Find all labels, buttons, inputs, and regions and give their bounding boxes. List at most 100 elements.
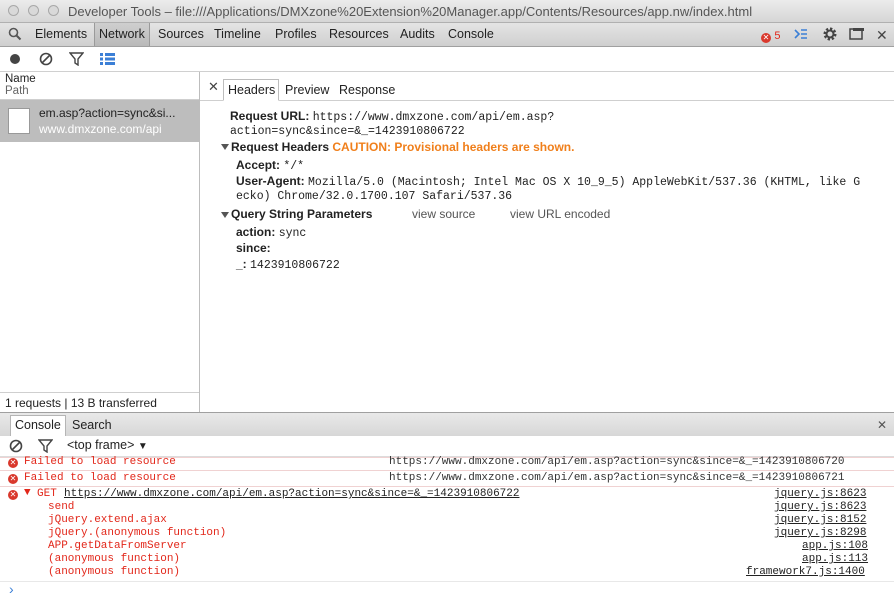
stack-frame-src[interactable]: jquery.js:8152 bbox=[774, 514, 866, 526]
filter-icon[interactable] bbox=[68, 52, 85, 69]
tab-headers[interactable]: Headers bbox=[228, 83, 275, 97]
console-filter-icon[interactable] bbox=[37, 439, 54, 456]
param-value: sync bbox=[278, 227, 307, 240]
tab-elements[interactable]: Elements bbox=[35, 27, 87, 41]
tab-console[interactable]: Console bbox=[448, 27, 494, 41]
request-headers-row[interactable]: Request Headers CAUTION: Provisional hea… bbox=[231, 140, 574, 154]
message-separator bbox=[0, 581, 894, 582]
window-title: Developer Tools – file:///Applications/D… bbox=[68, 4, 753, 19]
error-icon: ✕ bbox=[8, 458, 18, 468]
tab-audits[interactable]: Audits bbox=[400, 27, 435, 41]
clear-icon[interactable] bbox=[39, 52, 53, 69]
accept-key: Accept: bbox=[236, 158, 281, 172]
error-icon: ✕ bbox=[8, 474, 18, 484]
clear-console-icon[interactable] bbox=[9, 439, 23, 456]
document-icon bbox=[8, 108, 30, 134]
request-url-value-cont: action=sync&since=&_=1423910806722 bbox=[230, 125, 465, 138]
console-error-url[interactable]: https://www.dmxzone.com/api/em.asp?actio… bbox=[389, 456, 844, 468]
minimize-window-button[interactable] bbox=[28, 5, 39, 16]
param-row: since: bbox=[236, 241, 271, 256]
tab-timeline[interactable]: Timeline bbox=[214, 27, 261, 41]
stack-frame-fn: jQuery.(anonymous function) bbox=[48, 527, 227, 539]
param-row: _: 1423910806722 bbox=[236, 257, 340, 272]
stack-frame-src[interactable]: app.js:108 bbox=[802, 540, 868, 552]
stack-frame-src[interactable]: app.js:113 bbox=[802, 553, 868, 565]
tab-preview[interactable]: Preview bbox=[285, 83, 329, 97]
error-count: 5 bbox=[774, 30, 781, 42]
param-key: _: bbox=[236, 257, 247, 271]
console-error-text: Failed to load resource bbox=[24, 472, 176, 484]
close-drawer-icon[interactable]: ✕ bbox=[877, 418, 887, 432]
stack-frame-fn: send bbox=[48, 501, 75, 513]
transfer-summary: 1 requests | 13 B transferred bbox=[5, 396, 157, 410]
console-messages: ✕ Failed to load resource https://www.dm… bbox=[0, 456, 894, 612]
request-details-panel: ✕ Headers Preview Response Request URL: … bbox=[200, 72, 894, 412]
expand-triangle-icon[interactable]: ▼ bbox=[24, 487, 31, 499]
user-agent-row: User-Agent: Mozilla/5.0 (Macintosh; Inte… bbox=[236, 174, 860, 189]
param-key: action: bbox=[236, 225, 276, 239]
close-details-icon[interactable]: ✕ bbox=[208, 79, 219, 95]
error-count-badge[interactable]: ✕ 5 bbox=[761, 28, 781, 43]
expand-triangle-icon[interactable] bbox=[221, 212, 229, 218]
stack-frame-fn: jQuery.extend.ajax bbox=[48, 514, 167, 526]
record-icon[interactable] bbox=[9, 53, 21, 68]
source-link[interactable]: jquery.js:8623 bbox=[774, 488, 866, 500]
drawer-tab-console[interactable]: Console bbox=[15, 418, 61, 432]
request-url-value: https://www.dmxzone.com/api/em.asp? bbox=[312, 111, 555, 124]
stack-frame-fn: (anonymous function) bbox=[48, 566, 181, 578]
console-prompt[interactable]: › bbox=[9, 581, 14, 597]
console-error-text: Failed to load resource bbox=[24, 456, 176, 468]
error-icon: ✕ bbox=[8, 490, 18, 500]
frame-selector[interactable]: <top frame> ▼ bbox=[67, 438, 148, 452]
drawer-tab-bar: Console Search ✕ bbox=[0, 412, 894, 437]
console-error-url[interactable]: https://www.dmxzone.com/api/em.asp?actio… bbox=[389, 472, 844, 484]
expand-triangle-icon[interactable] bbox=[221, 144, 229, 150]
request-headers-label: Request Headers bbox=[231, 140, 330, 154]
close-window-button[interactable] bbox=[8, 5, 19, 16]
get-url-link[interactable]: https://www.dmxzone.com/api/em.asp?actio… bbox=[64, 488, 519, 500]
tab-profiles[interactable]: Profiles bbox=[275, 27, 317, 41]
frame-selector-value: <top frame> bbox=[67, 438, 135, 452]
tab-network[interactable]: Network bbox=[99, 27, 145, 41]
message-separator bbox=[0, 470, 894, 471]
request-url-row: Request URL: https://www.dmxzone.com/api… bbox=[230, 109, 554, 124]
tab-sources[interactable]: Sources bbox=[158, 27, 204, 41]
view-source-link[interactable]: view source bbox=[412, 207, 475, 221]
stack-frame-fn: APP.getDataFromServer bbox=[48, 540, 187, 552]
request-url-label: Request URL: bbox=[230, 109, 310, 123]
param-value: 1423910806722 bbox=[250, 259, 340, 272]
network-status-bar: 1 requests | 13 B transferred bbox=[0, 392, 199, 413]
list-view-icon[interactable] bbox=[100, 53, 115, 68]
stack-frame-fn: (anonymous function) bbox=[48, 553, 181, 565]
col-name-label: Name bbox=[5, 73, 36, 85]
search-icon[interactable] bbox=[8, 27, 22, 44]
stack-frame-src[interactable]: framework7.js:1400 bbox=[746, 566, 865, 578]
user-agent-key: User-Agent: bbox=[236, 174, 305, 188]
accept-header-row: Accept: */* bbox=[236, 158, 304, 173]
close-icon[interactable]: ✕ bbox=[876, 27, 888, 44]
zoom-window-button[interactable] bbox=[48, 5, 59, 16]
tab-resources[interactable]: Resources bbox=[329, 27, 389, 41]
window-title-bar: Developer Tools – file:///Applications/D… bbox=[0, 0, 894, 23]
drawer-tab-search[interactable]: Search bbox=[72, 418, 112, 432]
request-list-header[interactable]: Name Path bbox=[0, 72, 199, 100]
view-url-encoded-link[interactable]: view URL encoded bbox=[510, 207, 610, 221]
console-toolbar: <top frame> ▼ bbox=[0, 436, 894, 457]
query-string-label: Query String Parameters bbox=[231, 207, 373, 221]
tab-response[interactable]: Response bbox=[339, 83, 395, 97]
dropdown-arrow-icon: ▼ bbox=[137, 441, 148, 452]
query-string-row[interactable]: Query String Parameters bbox=[231, 207, 372, 221]
user-agent-value-cont: ecko) Chrome/32.0.1700.107 Safari/537.36 bbox=[236, 190, 513, 203]
network-controls bbox=[0, 47, 894, 72]
accept-value: */* bbox=[283, 160, 305, 173]
request-domain: www.dmxzone.com/api bbox=[39, 122, 162, 136]
request-list-panel: Name Path em.asp?action=sync&si... www.d… bbox=[0, 72, 200, 413]
dock-icon[interactable] bbox=[849, 27, 865, 44]
stack-frame-src[interactable]: jquery.js:8298 bbox=[774, 527, 866, 539]
gear-icon[interactable] bbox=[821, 25, 839, 46]
col-path-label: Path bbox=[5, 85, 29, 97]
devtools-toolbar: Elements Network Sources Timeline Profil… bbox=[0, 23, 894, 47]
console-drawer-icon[interactable] bbox=[793, 26, 809, 45]
request-row[interactable]: em.asp?action=sync&si... www.dmxzone.com… bbox=[0, 100, 199, 142]
stack-frame-src[interactable]: jquery.js:8623 bbox=[774, 501, 866, 513]
